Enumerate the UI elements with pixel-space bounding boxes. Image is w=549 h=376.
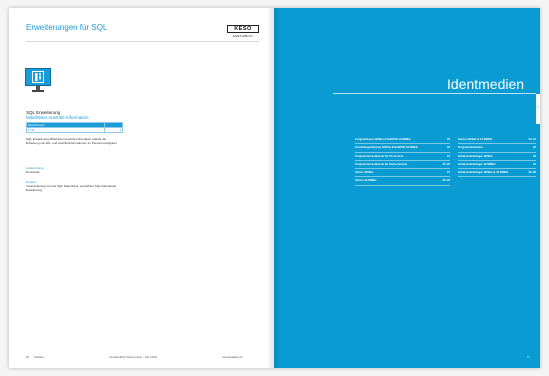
toc-item-page: 23: [447, 146, 450, 150]
chapter-tab: 2: [536, 94, 540, 124]
footer-page-number: 21: [527, 356, 530, 359]
toc-item-page: 24: [447, 154, 450, 158]
toc-item[interactable]: Schlüsselanhänger 125kHz & 13.56MHz 35–36: [458, 169, 536, 178]
toc-item-page: 32: [533, 146, 536, 150]
toc-item[interactable]: Programmierschlüssel für PC-Version 24: [355, 153, 450, 161]
toc-item[interactable]: Langschlüssel 125kHz & DeDIVID 13.56MHz 2…: [355, 136, 450, 145]
toc-item-page: 27: [447, 171, 450, 175]
toc-item-title: Schlüsselanhänger 125kHz & 13.56MHz: [458, 171, 509, 175]
toc-item-page: 30–31: [528, 138, 536, 141]
spine-shadow: [267, 8, 281, 368]
catalog-spread: Erweiterungen für SQL KESO ASSA ABLOY SQ…: [9, 8, 540, 368]
table-cell: €: [104, 127, 123, 133]
toc-item-title: Schlüsselanhänger 13.56MHz: [458, 162, 496, 166]
toc-item-title: Karten 13.56MHz: [355, 179, 377, 183]
toc-item-page: 28–29: [442, 179, 450, 183]
toc-column-right: Karten 125kHz & 13.56MHz 30–31 Programmie…: [458, 136, 536, 178]
monitor-base: [32, 90, 44, 92]
toc-item[interactable]: Schlüsselanhänger 13.56MHz 34: [458, 161, 536, 170]
right-page: Identmedien 2 Langschlüssel 125kHz & DeD…: [274, 8, 540, 368]
brand-logo: KESO ASSA ABLOY: [227, 25, 259, 38]
toc-item-title: Karten 125kHz: [355, 171, 374, 175]
toc-item-title: Programmierkarten: [458, 146, 483, 150]
toc-item-title: Langschlüssel 125kHz & DeDIVID 13.56MHz: [355, 138, 411, 141]
footer-note: Unverbindliche Preise in Euro – exkl. Mw…: [109, 356, 158, 359]
brand-logo-mark: KESO: [227, 25, 259, 33]
toc-item-page: 35–36: [528, 171, 536, 175]
chapter-rule: [333, 93, 536, 94]
footer-page-number: 28: [26, 356, 29, 359]
product-description: SQL Erweiterung Mitarbeiter Austritts-In…: [26, 137, 118, 145]
toc-item[interactable]: Ersatzlangschlüssel 125kHz & DeDIVID 13.…: [355, 144, 450, 153]
hint-value: Voraussetzung ist eine SQL Datenbank, em…: [26, 184, 117, 192]
toc-item[interactable]: Programmierkarten 32: [458, 144, 536, 153]
product-subtitle: Mitarbeiter Austritts-Information: [26, 115, 89, 120]
chapter-tab-number: 2: [537, 105, 539, 109]
exit-person-icon: [32, 71, 44, 83]
toc-item[interactable]: Schlüsselanhänger 125kHz 33: [458, 153, 536, 161]
toc-item-title: Karten 125kHz & 13.56MHz: [458, 138, 493, 141]
toc-item-title: Programmierschlüssel für PC-Version: [355, 154, 404, 158]
toc-item[interactable]: Karten 125kHz 27: [355, 169, 450, 178]
table-row: 5.745 €: [25, 127, 123, 133]
toc-item-title: Ersatzlangschlüssel 125kHz & DeDIVID 13.…: [355, 146, 418, 150]
toc-item-title: Schlüsselanhänger 125kHz: [458, 154, 493, 158]
brand-logo-sub: ASSA ABLOY: [232, 34, 254, 38]
delivery-value: Download: [26, 170, 40, 174]
toc-item-page: 33: [533, 154, 536, 158]
toc-item[interactable]: Karten 125kHz & 13.56MHz 30–31: [458, 136, 536, 145]
toc-item-title: Programmierschlüssel für Home-Version: [355, 162, 408, 166]
order-table: Bestellnummer 5.745 €: [25, 122, 123, 133]
toc-item[interactable]: Karten 13.56MHz 28–29: [355, 177, 450, 186]
toc-item-page: 22: [447, 138, 450, 141]
toc-item[interactable]: Programmierschlüssel für Home-Version 25–…: [355, 161, 450, 170]
table-cell: 5.745: [25, 127, 106, 133]
toc-item-page: 34: [533, 162, 536, 166]
monitor-icon: [25, 68, 51, 92]
left-page: Erweiterungen für SQL KESO ASSA ABLOY SQ…: [9, 8, 274, 368]
toc-column-left: Langschlüssel 125kHz & DeDIVID 13.56MHz 2…: [355, 136, 450, 186]
page-title: Erweiterungen für SQL: [26, 23, 108, 32]
footer-section: Software: [34, 356, 44, 359]
header-rule: [26, 41, 259, 42]
footer-url: www.assaabloy.ch: [222, 356, 243, 359]
chapter-title: Identmedien: [447, 76, 525, 92]
toc-item-page: 25–26: [442, 162, 450, 166]
